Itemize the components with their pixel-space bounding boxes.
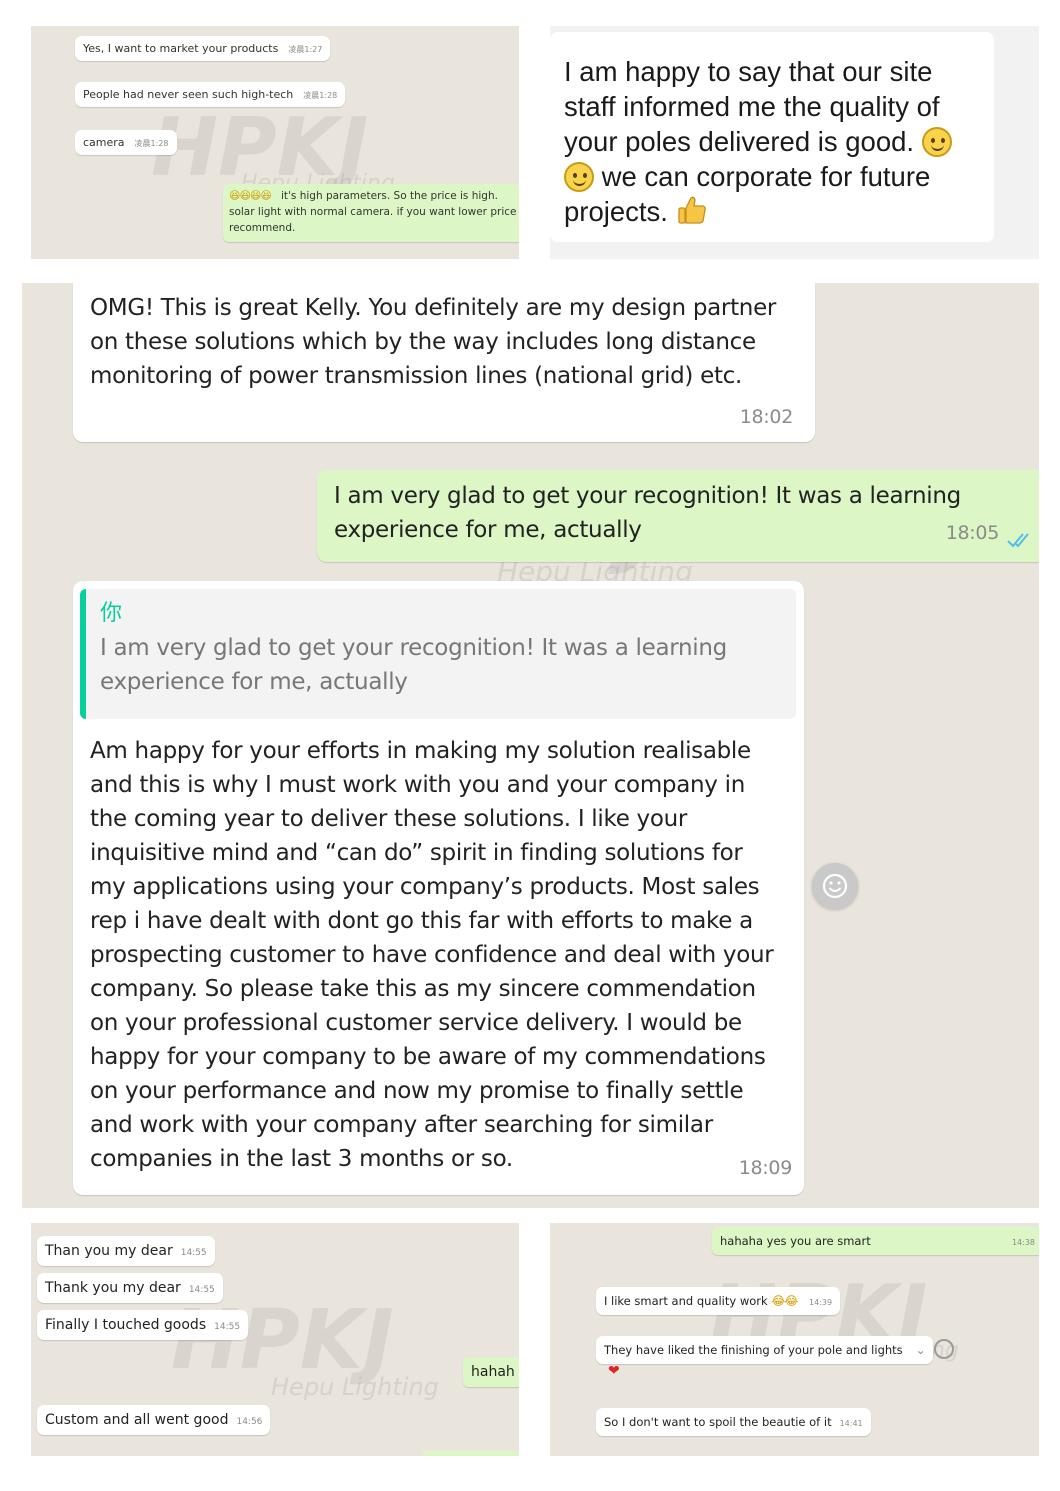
message-bubble[interactable]: I like smart and quality work 😂😂 14:39 (596, 1287, 841, 1315)
read-ticks-icon (1007, 533, 1029, 548)
message-line: prospecting customer to have confidence … (90, 942, 774, 968)
reply-line: 😆😆😆😆 it's high parameters. So the price i… (229, 189, 498, 202)
watermark-logo: HPKJ (171, 1293, 394, 1388)
chat-screenshot-main: HPKJ Hepu Lighting OMG! This is great Ke… (22, 283, 1039, 1208)
message-bubble[interactable]: Than you my dear 14:55 (37, 1236, 215, 1266)
message-line: inquisitive mind and “can do” spirit in … (90, 840, 743, 866)
outgoing-message[interactable]: hahaha yes you are smart 14:38 (712, 1227, 1039, 1255)
watermark-subtitle: Hepu Lighting (271, 1373, 439, 1401)
incoming-message-with-quote[interactable]: 你 I am very glad to get your recognition… (73, 581, 804, 1195)
message-text: Than you my dear (45, 1243, 173, 1259)
smiley-icon (822, 873, 848, 899)
message-time: 18:05 (945, 522, 1000, 544)
message-text: hahah (471, 1364, 515, 1380)
message-text: Finally I touched goods (45, 1317, 207, 1333)
message-time: 14:41 (839, 1419, 863, 1428)
message-text: we can corporate for future projects. (564, 161, 931, 227)
thumbs-up-emoji-icon (677, 196, 706, 224)
message-bubble[interactable]: People had never seen such high-tech 凌晨1:… (75, 82, 346, 107)
reply-bubble[interactable]: hahah (463, 1357, 519, 1387)
message-line: on your professional customer service de… (90, 1010, 742, 1036)
message-bubble[interactable]: Custom and all went good 14:56 (37, 1405, 271, 1435)
quote-author: 你 (100, 601, 122, 626)
message-line: monitoring of power transmission lines (… (90, 363, 743, 389)
message-text: Custom and all went good (45, 1412, 229, 1428)
next-outgoing-bubble-edge (423, 1451, 519, 1456)
emoji-reaction-button[interactable] (812, 863, 858, 909)
message-text: I am happy to say that our site staff in… (564, 56, 940, 157)
message-time: 14:56 (236, 1417, 263, 1427)
message-time: 14:55 (214, 1322, 241, 1332)
message-card[interactable]: I am happy to say that our site staff in… (550, 32, 994, 242)
watermark-logo: HPKJ (151, 101, 369, 194)
message-text: They have liked the finishing of your po… (604, 1343, 903, 1357)
message-line: company. So please take this as my since… (90, 976, 756, 1002)
message-bubble[interactable]: Yes, I want to market your products 凌晨1:2… (75, 36, 331, 61)
message-text: hahaha yes you are smart (720, 1234, 871, 1248)
message-time: 14:39 (809, 1298, 833, 1307)
message-bubble[interactable]: Finally I touched goods 14:55 (37, 1310, 249, 1340)
incoming-message[interactable]: OMG! This is great Kelly. You definitely… (73, 283, 815, 442)
message-time: 凌晨1:27 (288, 45, 323, 54)
message-screenshot-top-right: HPKJ I am happy to say that our site sta… (550, 26, 1039, 259)
message-time: 18:09 (738, 1157, 793, 1179)
message-text: I like smart and quality work (604, 1294, 768, 1308)
message-line: and this is why I must work with you and… (90, 772, 745, 798)
message-line: my applications using your company’s pro… (90, 874, 760, 900)
message-line: experience for me, actually (334, 517, 642, 543)
message-time: 14:55 (188, 1285, 215, 1295)
chevron-down-icon[interactable]: ⌄ (916, 1336, 926, 1364)
chat-screenshot-bottom-right: HPKJ Hepu Lighting hahaha yes you are sm… (550, 1223, 1039, 1456)
message-time: 凌晨1:28 (134, 139, 169, 148)
message-time: 14:55 (180, 1248, 207, 1258)
laugh-emoji-icon: 😂😂 (771, 1294, 798, 1308)
quoted-message[interactable]: 你 I am very glad to get your recognition… (80, 589, 796, 719)
message-time: 凌晨1:28 (303, 91, 338, 100)
message-line: on your performance and now my promise t… (90, 1078, 744, 1104)
message-line: companies in the last 3 months or so. (90, 1146, 513, 1172)
message-time: 14:38 (1011, 1238, 1035, 1247)
message-text: So I don't want to spoil the beautie of … (604, 1415, 832, 1429)
message-line: rep i have dealt with dont go this far w… (90, 908, 753, 934)
chat-screenshot-bottom-left: HPKJ Hepu Lighting Than you my dear 14:55… (31, 1223, 519, 1456)
message-line: happy for your company to be aware of my… (90, 1044, 766, 1070)
quote-line: experience for me, actually (100, 669, 408, 695)
heart-reaction-icon: ❤ (608, 1363, 620, 1379)
message-line: I am very glad to get your recognition! … (334, 483, 961, 509)
outgoing-message[interactable]: I am very glad to get your recognition! … (317, 470, 1039, 562)
message-bubble[interactable]: They have liked the finishing of your po… (596, 1336, 933, 1364)
message-bubble[interactable]: Thank you my dear 14:55 (37, 1273, 223, 1303)
message-bubble[interactable]: So I don't want to spoil the beautie of … (596, 1408, 871, 1436)
message-text: Thank you my dear (45, 1280, 181, 1296)
smiley-emoji-icon (921, 127, 952, 157)
message-line: on these solutions which by the way incl… (90, 329, 756, 355)
add-reaction-icon[interactable] (934, 1339, 954, 1359)
chat-screenshot-top-left: HPKJ Hepu Lighting Yes, I want to market… (31, 26, 519, 259)
message-line: the coming year to deliver these solutio… (90, 806, 688, 832)
message-body: Am happy for your efforts in making my s… (90, 734, 774, 1176)
reply-line: recommend. (229, 222, 296, 234)
message-text: People had never seen such high-tech (83, 88, 294, 101)
quote-line: I am very glad to get your recognition! … (100, 635, 727, 661)
smiley-emoji-icon (564, 162, 594, 192)
message-line: OMG! This is great Kelly. You definitely… (90, 295, 777, 321)
message-text: camera (83, 136, 125, 149)
message-line: and work with your company after searchi… (90, 1112, 713, 1138)
message-line: Am happy for your efforts in making my s… (90, 738, 751, 764)
message-time: 18:02 (739, 406, 794, 428)
reply-line: solar light with normal camera. if you w… (229, 206, 517, 218)
message-bubble[interactable]: camera 凌晨1:28 (75, 130, 177, 155)
laugh-emoji-icon: 😆😆😆😆 (229, 189, 272, 202)
message-text: Yes, I want to market your products (83, 42, 279, 55)
reply-bubble[interactable]: 😆😆😆😆 it's high parameters. So the price i… (223, 184, 519, 242)
